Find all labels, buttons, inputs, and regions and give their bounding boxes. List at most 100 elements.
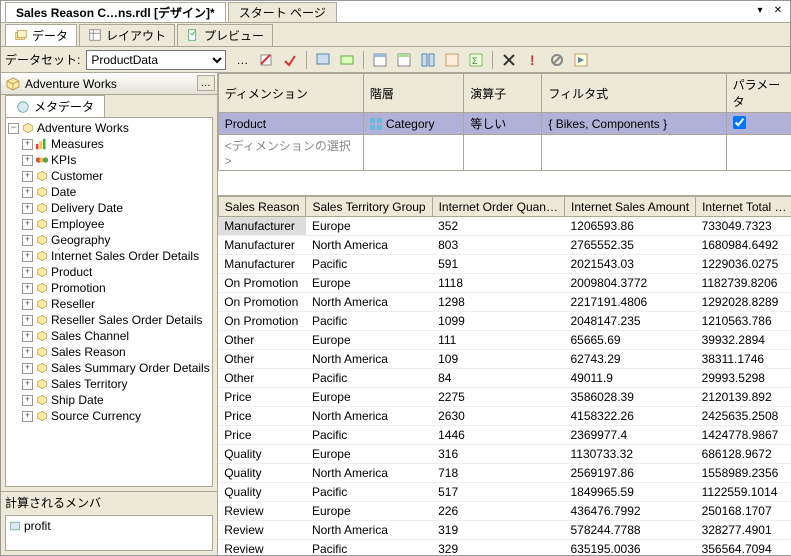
- results-row[interactable]: ManufacturerPacific5912021543.031229036.…: [218, 255, 791, 274]
- expand-icon[interactable]: +: [22, 315, 33, 326]
- cube-select-button[interactable]: …: [197, 75, 215, 91]
- results-row[interactable]: QualityEurope3161130733.32686128.9672: [218, 445, 791, 464]
- metadata-tree[interactable]: − Adventure Works +Measures+KPIs+Custome…: [5, 117, 213, 487]
- results-row[interactable]: ReviewNorth America319578244.7788328277.…: [218, 521, 791, 540]
- expand-icon[interactable]: +: [22, 187, 33, 198]
- expand-icon[interactable]: +: [22, 171, 33, 182]
- results-row[interactable]: On PromotionNorth America12982217191.480…: [218, 293, 791, 312]
- tree-node[interactable]: +KPIs: [8, 152, 210, 168]
- cancel-button[interactable]: [547, 50, 567, 70]
- filter-header-hierarchy[interactable]: 階層: [363, 74, 463, 113]
- dataset-edit-button[interactable]: …: [232, 50, 252, 70]
- delete-button[interactable]: [499, 50, 519, 70]
- tab-metadata[interactable]: メタデータ: [5, 95, 105, 117]
- filter-expression-cell[interactable]: { Bikes, Components }: [542, 113, 726, 135]
- tree-node[interactable]: +Sales Territory: [8, 376, 210, 392]
- delete-dataset-button[interactable]: [280, 50, 300, 70]
- tab-data[interactable]: データ: [5, 24, 77, 46]
- results-row[interactable]: On PromotionEurope11182009804.3772118273…: [218, 274, 791, 293]
- calc-member-item[interactable]: profit: [8, 518, 210, 534]
- close-icon[interactable]: ✕: [770, 3, 786, 17]
- results-column-header[interactable]: Internet Total …: [696, 197, 791, 217]
- filter-header-dimension[interactable]: ディメンション: [218, 74, 363, 113]
- filter-hierarchy-cell[interactable]: Category: [363, 113, 463, 135]
- filter-placeholder[interactable]: <ディメンションの選択>: [218, 135, 363, 171]
- add-table-button[interactable]: [370, 50, 390, 70]
- results-row[interactable]: OtherNorth America10962743.2938311.1746: [218, 350, 791, 369]
- expand-icon[interactable]: +: [22, 395, 33, 406]
- tree-node[interactable]: +Sales Summary Order Details: [8, 360, 210, 376]
- expand-icon[interactable]: +: [22, 155, 33, 166]
- results-column-header[interactable]: Internet Sales Amount: [564, 197, 695, 217]
- filter-placeholder-row[interactable]: <ディメンションの選択>: [218, 135, 791, 171]
- expand-icon[interactable]: +: [22, 347, 33, 358]
- results-row[interactable]: ManufacturerEurope3521206593.86733049.73…: [218, 217, 791, 236]
- expand-icon[interactable]: −: [8, 123, 19, 134]
- auto-execute-button[interactable]: [442, 50, 462, 70]
- expand-icon[interactable]: +: [22, 267, 33, 278]
- show-empty-cells-button[interactable]: [418, 50, 438, 70]
- results-row[interactable]: PriceNorth America26304158322.262425635.…: [218, 407, 791, 426]
- dataset-select[interactable]: ProductData: [86, 50, 226, 70]
- filter-dimension-cell[interactable]: Product: [218, 113, 363, 135]
- toggle-aggregations-button[interactable]: [394, 50, 414, 70]
- expand-icon[interactable]: +: [22, 331, 33, 342]
- tree-node[interactable]: +Promotion: [8, 280, 210, 296]
- tree-node[interactable]: +Geography: [8, 232, 210, 248]
- results-column-header[interactable]: Internet Order Quan…: [432, 197, 564, 217]
- expand-icon[interactable]: +: [22, 411, 33, 422]
- expand-icon[interactable]: +: [22, 203, 33, 214]
- tree-node[interactable]: +Internet Sales Order Details: [8, 248, 210, 264]
- cube-selector[interactable]: Adventure Works …: [1, 73, 217, 95]
- tree-node[interactable]: +Product: [8, 264, 210, 280]
- results-row[interactable]: OtherEurope11165665.6939932.2894: [218, 331, 791, 350]
- tab-sales-reason[interactable]: Sales Reason C…ns.rdl [デザイン]*: [5, 2, 226, 22]
- filter-row[interactable]: Product Category 等しい { Bikes, Components…: [218, 113, 791, 135]
- expand-icon[interactable]: +: [22, 219, 33, 230]
- filter-param-cell[interactable]: [726, 113, 791, 135]
- expand-icon[interactable]: +: [22, 283, 33, 294]
- calculated-members-list[interactable]: profit: [5, 515, 213, 551]
- tab-layout[interactable]: レイアウト: [79, 24, 175, 46]
- tree-node[interactable]: +Measures: [8, 136, 210, 152]
- filter-header-filter[interactable]: フィルタ式: [542, 74, 726, 113]
- expand-icon[interactable]: +: [22, 363, 33, 374]
- design-mode-button[interactable]: [571, 50, 591, 70]
- results-row[interactable]: QualityPacific5171849965.591122559.1014: [218, 483, 791, 502]
- tree-node[interactable]: +Employee: [8, 216, 210, 232]
- tree-root[interactable]: − Adventure Works: [8, 120, 210, 136]
- tree-node[interactable]: +Customer: [8, 168, 210, 184]
- results-row[interactable]: PriceEurope22753586028.392120139.892: [218, 388, 791, 407]
- tree-node[interactable]: +Sales Channel: [8, 328, 210, 344]
- results-row[interactable]: QualityNorth America7182569197.861558989…: [218, 464, 791, 483]
- filter-operator-cell[interactable]: 等しい: [464, 113, 542, 135]
- tab-start-page[interactable]: スタート ページ: [228, 2, 337, 22]
- edit-as-text-button[interactable]: [313, 50, 333, 70]
- refresh-fields-button[interactable]: [256, 50, 276, 70]
- tab-preview[interactable]: プレビュー: [177, 24, 273, 46]
- tree-node[interactable]: +Reseller: [8, 296, 210, 312]
- import-button[interactable]: [337, 50, 357, 70]
- filter-header-operator[interactable]: 演算子: [464, 74, 542, 113]
- expand-icon[interactable]: +: [22, 251, 33, 262]
- tab-dropdown-icon[interactable]: ▾: [752, 3, 768, 17]
- results-column-header[interactable]: Sales Reason: [218, 197, 306, 217]
- filter-param-checkbox[interactable]: [733, 116, 746, 129]
- results-row[interactable]: OtherPacific8449011.929993.5298: [218, 369, 791, 388]
- results-column-header[interactable]: Sales Territory Group: [306, 197, 432, 217]
- expand-icon[interactable]: +: [22, 235, 33, 246]
- results-row[interactable]: ReviewEurope226436476.7992250168.1707: [218, 502, 791, 521]
- results-row[interactable]: On PromotionPacific10992048147.235121056…: [218, 312, 791, 331]
- expand-icon[interactable]: +: [22, 139, 33, 150]
- expand-icon[interactable]: +: [22, 379, 33, 390]
- tree-node[interactable]: +Source Currency: [8, 408, 210, 424]
- tree-node[interactable]: +Delivery Date: [8, 200, 210, 216]
- results-row[interactable]: ReviewPacific329635195.0036356564.7094: [218, 540, 791, 556]
- execute-button[interactable]: !: [523, 50, 543, 70]
- tree-node[interactable]: +Ship Date: [8, 392, 210, 408]
- filter-header-param[interactable]: パラメータ: [726, 74, 791, 113]
- tree-node[interactable]: +Sales Reason: [8, 344, 210, 360]
- results-row[interactable]: ManufacturerNorth America8032765552.3516…: [218, 236, 791, 255]
- expand-icon[interactable]: +: [22, 299, 33, 310]
- tree-node[interactable]: +Reseller Sales Order Details: [8, 312, 210, 328]
